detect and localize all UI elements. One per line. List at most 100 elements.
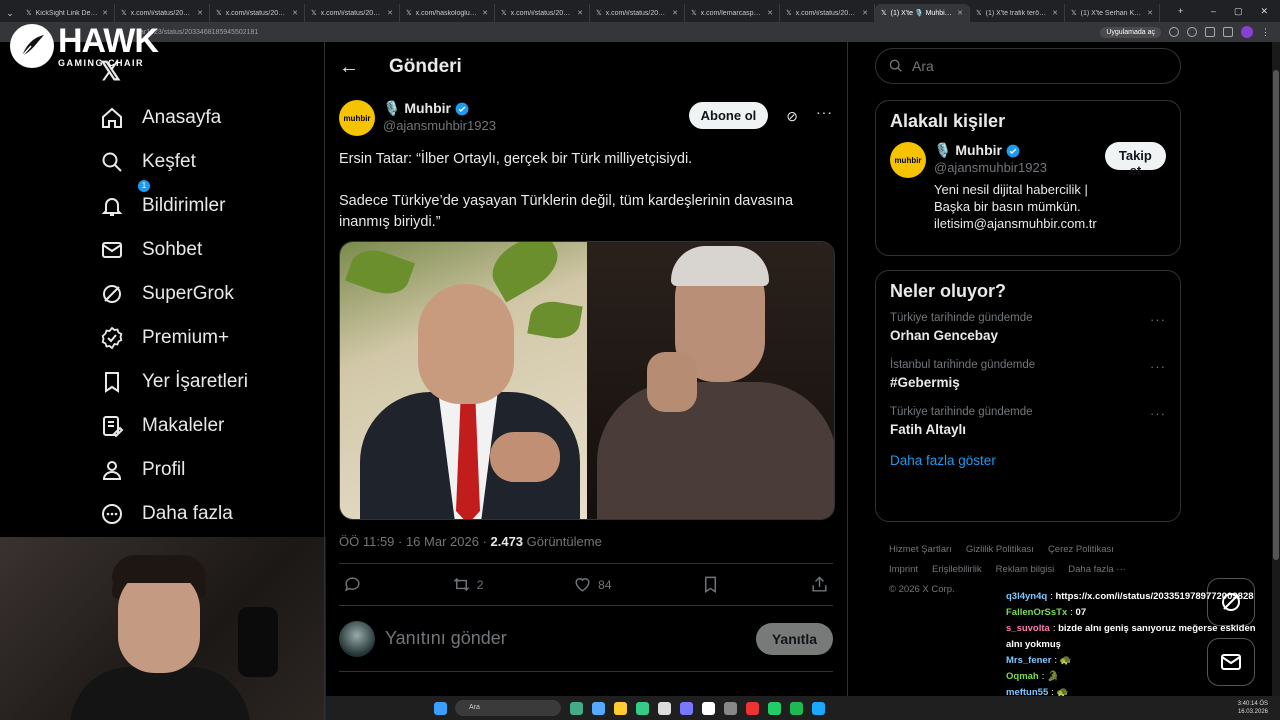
- subscribe-button[interactable]: Abone ol: [688, 102, 769, 129]
- extensions-icon[interactable]: [1223, 27, 1233, 37]
- app-icon[interactable]: [570, 701, 583, 715]
- related-name[interactable]: 🎙️ Muhbir: [934, 142, 1002, 159]
- tab-list-icon[interactable]: ⌄: [0, 4, 20, 22]
- close-tab-icon[interactable]: ✕: [1052, 9, 1058, 17]
- browser-tab[interactable]: 𝕏(1) X'te trafik terörü: '...✕: [970, 4, 1065, 22]
- nav-home[interactable]: Anasayfa: [100, 96, 248, 140]
- browser-tab[interactable]: 𝕏x.com/i/status/20335...✕: [305, 4, 400, 22]
- more-options-icon[interactable]: ···: [816, 104, 833, 120]
- app-icon[interactable]: [680, 701, 693, 715]
- url-field[interactable]: ar1923/status/2033468185945502181: [140, 29, 1100, 36]
- trend-item[interactable]: İstanbul tarihinde gündemde #Gebermiş ···: [890, 359, 1166, 390]
- nav-premium[interactable]: Premium+: [100, 316, 248, 360]
- author-name[interactable]: 🎙️ Muhbir: [383, 100, 451, 117]
- footer-link[interactable]: Imprint: [889, 564, 918, 575]
- star-icon[interactable]: [1205, 27, 1215, 37]
- app-icon[interactable]: [768, 701, 781, 715]
- footer-link[interactable]: Çerez Politikası: [1048, 544, 1114, 555]
- like-button[interactable]: 84: [573, 575, 612, 594]
- footer-link[interactable]: Reklam bilgisi: [996, 564, 1055, 575]
- close-tab-icon[interactable]: ✕: [387, 9, 393, 17]
- system-clock[interactable]: 3:40:14 ÖS 16.03.2026: [1238, 700, 1268, 716]
- scrollbar-thumb[interactable]: [1273, 70, 1279, 560]
- profile-avatar[interactable]: [1241, 26, 1253, 38]
- avatar[interactable]: [339, 620, 375, 657]
- close-tab-icon[interactable]: ✕: [862, 9, 868, 17]
- new-tab-button[interactable]: +: [1178, 6, 1183, 16]
- search-input[interactable]: Ara: [875, 48, 1181, 84]
- browser-tab[interactable]: 𝕏x.com/i/status/20334...✕: [590, 4, 685, 22]
- bookmark-button[interactable]: [701, 575, 720, 594]
- close-tab-icon[interactable]: ✕: [577, 9, 583, 17]
- more-options-icon[interactable]: ···: [1150, 406, 1166, 437]
- footer-link[interactable]: Gizlilik Politikası: [966, 544, 1034, 555]
- browser-tab[interactable]: 𝕏x.com/i/status/20333...✕: [495, 4, 590, 22]
- nav-explore[interactable]: Keşfet: [100, 140, 248, 184]
- zoom-icon[interactable]: [1169, 27, 1179, 37]
- spotify-icon[interactable]: [790, 701, 803, 715]
- start-icon[interactable]: [434, 701, 447, 715]
- close-tab-icon[interactable]: ✕: [767, 9, 773, 17]
- follow-button[interactable]: Takip et: [1104, 142, 1166, 178]
- photo-right[interactable]: [587, 242, 834, 519]
- grok-icon[interactable]: ⊘: [786, 108, 798, 125]
- taskbar-search[interactable]: Ara: [455, 700, 561, 716]
- browser-tab[interactable]: 𝕏x.com/i/status/20334...✕: [115, 4, 210, 22]
- nav-supergrok[interactable]: SuperGrok: [100, 272, 248, 316]
- browser-tab[interactable]: 𝕏(1) X'te Serhan Kaya...✕: [1065, 4, 1160, 22]
- close-tab-icon[interactable]: ✕: [482, 9, 488, 17]
- browser-icon[interactable]: [636, 701, 649, 715]
- related-handle[interactable]: @ajansmuhbir1923: [934, 160, 1097, 175]
- browser-tab[interactable]: 𝕏KickSight Link Detector✕: [20, 4, 115, 22]
- close-tab-icon[interactable]: ✕: [102, 9, 108, 17]
- show-more-link[interactable]: Daha fazla göster: [890, 453, 1166, 468]
- repost-button[interactable]: 2: [452, 575, 483, 594]
- footer-link[interactable]: Daha fazla ···: [1068, 564, 1126, 575]
- browser-tab[interactable]: 𝕏x.com/i/status/20334...✕: [210, 4, 305, 22]
- more-options-icon[interactable]: ···: [1150, 359, 1166, 390]
- reply-input[interactable]: Yanıtını gönder: [385, 628, 746, 649]
- trend-item[interactable]: Türkiye tarihinde gündemde Fatih Altaylı ·…: [890, 406, 1166, 437]
- back-arrow-icon[interactable]: ←: [339, 56, 359, 79]
- avatar[interactable]: muhbir: [890, 142, 926, 178]
- app-icon[interactable]: [592, 701, 605, 715]
- photo-left[interactable]: [340, 242, 587, 519]
- nav-profile[interactable]: Profil: [100, 448, 248, 492]
- maximize-icon[interactable]: ▢: [1234, 6, 1243, 17]
- close-tab-icon[interactable]: ✕: [1147, 9, 1153, 17]
- browser-tab[interactable]: 𝕏x.com/haskologlu/sta...✕: [400, 4, 495, 22]
- nav-more[interactable]: Daha fazla: [100, 492, 248, 536]
- more-options-icon[interactable]: ···: [1150, 312, 1166, 343]
- app-icon[interactable]: [812, 701, 825, 715]
- close-tab-icon[interactable]: ✕: [292, 9, 298, 17]
- avatar[interactable]: muhbir: [339, 100, 375, 136]
- share-button[interactable]: [810, 575, 829, 594]
- post-media[interactable]: [339, 241, 835, 520]
- close-tab-icon[interactable]: ✕: [957, 9, 963, 17]
- minimize-icon[interactable]: –: [1211, 6, 1216, 16]
- nav-bookmarks[interactable]: Yer İşaretleri: [100, 360, 248, 404]
- footer-link[interactable]: Hizmet Şartları: [889, 544, 952, 555]
- nav-chat[interactable]: Sohbet: [100, 228, 248, 272]
- app-icon[interactable]: [746, 701, 759, 715]
- app-icon[interactable]: [702, 701, 715, 715]
- close-tab-icon[interactable]: ✕: [672, 9, 678, 17]
- browser-tab[interactable]: 𝕏x.com/lemarcaspors/...✕: [685, 4, 780, 22]
- folder-icon[interactable]: [614, 701, 627, 715]
- app-icon[interactable]: [724, 701, 737, 715]
- nav-notifications[interactable]: 1 Bildirimler: [100, 180, 248, 228]
- reply-submit-button[interactable]: Yanıtla: [755, 622, 833, 655]
- close-window-icon[interactable]: ✕: [1260, 6, 1268, 17]
- menu-icon[interactable]: ⋮: [1261, 27, 1270, 38]
- trend-item[interactable]: Türkiye tarihinde gündemde Orhan Gencebay…: [890, 312, 1166, 343]
- browser-tab[interactable]: 𝕏x.com/i/status/20334...✕: [780, 4, 875, 22]
- post-time[interactable]: ÖÖ 11:59 · 16 Mar 2026 ·: [339, 534, 491, 549]
- close-tab-icon[interactable]: ✕: [197, 9, 203, 17]
- nav-articles[interactable]: Makaleler: [100, 404, 248, 448]
- open-in-app-button[interactable]: Uygulamada aç: [1100, 26, 1161, 38]
- app-icon[interactable]: [658, 701, 671, 715]
- share-icon[interactable]: [1187, 27, 1197, 37]
- reply-button[interactable]: [343, 575, 362, 594]
- browser-tab[interactable]: 𝕏(1) X'te 🎙️ Muhbir: 'İl...✕: [875, 4, 970, 22]
- footer-link[interactable]: Erişilebilirlik: [932, 564, 982, 575]
